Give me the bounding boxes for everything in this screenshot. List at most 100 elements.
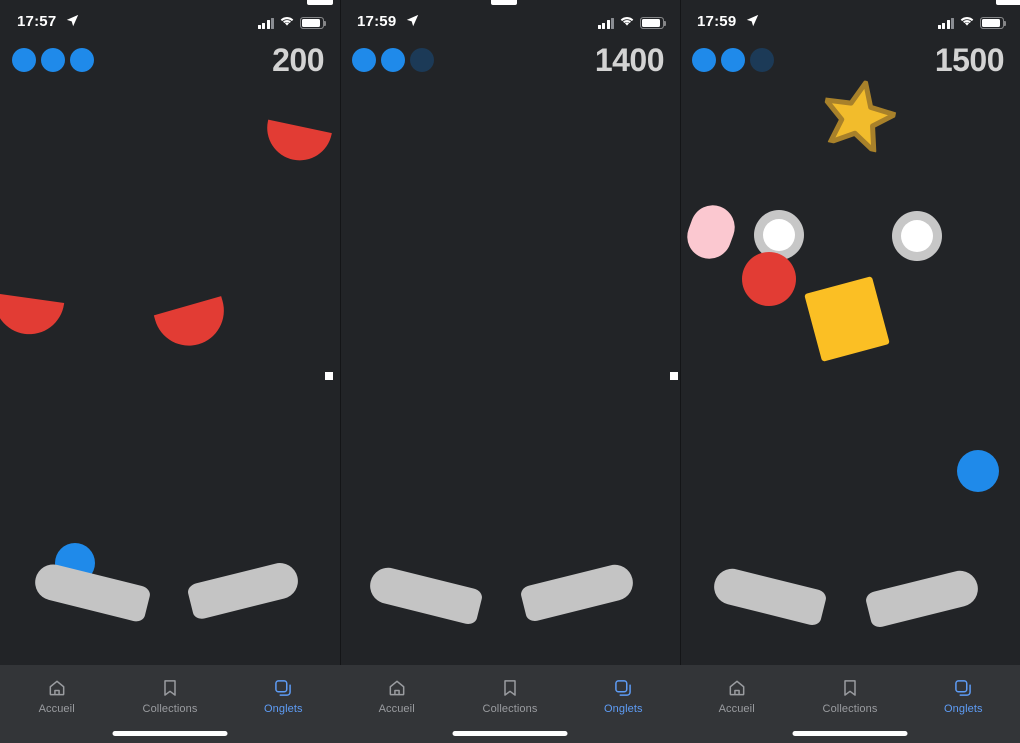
home-icon: [727, 678, 747, 698]
home-indicator[interactable]: [112, 731, 228, 736]
tab-bar-item-accueil[interactable]: Accueil: [0, 665, 113, 721]
location-arrow-icon: [746, 14, 759, 27]
yellow-square: [804, 276, 890, 362]
ball-indicator: [410, 48, 434, 72]
right-flipper[interactable]: [519, 560, 637, 624]
wifi-icon: [279, 14, 295, 32]
balls-remaining-indicator: [352, 48, 434, 72]
balls-remaining-indicator: [12, 48, 94, 72]
tab-bar-item-label: Onglets: [944, 702, 983, 715]
panel-divider: [680, 0, 681, 665]
ball-indicator: [750, 48, 774, 72]
tab-bar-item-label: Accueil: [378, 702, 415, 715]
tab-bar-item-label: Collections: [482, 702, 538, 715]
pink-pill: [681, 199, 741, 265]
status-bar: 17:57: [0, 0, 340, 44]
top-notch-mark: [996, 0, 1020, 5]
tab-bar-item-label: Onglets: [604, 702, 643, 715]
battery-icon: [980, 17, 1007, 29]
tab-bar-item-collections[interactable]: Collections: [793, 665, 906, 721]
location-arrow-icon: [66, 14, 79, 27]
status-time: 17:57: [17, 13, 57, 30]
tab-bar-items: Accueil Collections Onglets: [340, 665, 680, 721]
tab-preview-1[interactable]: 17:57 200 Accueil Collections Onglets: [0, 0, 340, 743]
tab-bar-item-label: Collections: [142, 702, 198, 715]
playfield: [0, 0, 340, 665]
red-semicircle: [153, 296, 233, 354]
top-notch-mark: [491, 0, 517, 5]
red-ball: [742, 252, 796, 306]
ball-indicator: [721, 48, 745, 72]
bookmark-icon: [500, 678, 520, 698]
ball-indicator: [352, 48, 376, 72]
left-flipper[interactable]: [366, 563, 484, 627]
blue-ball: [957, 450, 999, 492]
tab-bar-item-label: Collections: [822, 702, 878, 715]
right-flipper[interactable]: [864, 566, 982, 630]
playfield: [680, 0, 1020, 665]
score-display: 1400: [594, 42, 665, 78]
resize-handle[interactable]: [325, 372, 333, 380]
wifi-icon: [619, 14, 635, 32]
home-indicator[interactable]: [452, 731, 568, 736]
balls-remaining-indicator: [692, 48, 774, 72]
tabs-icon: [613, 678, 633, 698]
tab-bar-items: Accueil Collections Onglets: [680, 665, 1020, 721]
tab-bar-item-onglets[interactable]: Onglets: [907, 665, 1020, 721]
status-time: 17:59: [357, 13, 397, 30]
status-time: 17:59: [697, 13, 737, 30]
tab-preview-2[interactable]: 17:59 1400 Accueil Collections Onglets: [340, 0, 680, 743]
tab-bar-item-label: Onglets: [264, 702, 303, 715]
home-indicator[interactable]: [792, 731, 908, 736]
panel-divider: [340, 0, 341, 665]
battery-icon: [300, 17, 327, 29]
tab-bar: Accueil Collections Onglets: [340, 665, 680, 743]
tab-bar-item-label: Accueil: [718, 702, 755, 715]
battery-icon: [640, 17, 667, 29]
white-ring-bumper: [892, 211, 942, 261]
status-indicators: [937, 14, 1007, 32]
ball-indicator: [692, 48, 716, 72]
score-display: 200: [272, 42, 324, 78]
score-display: 1500: [934, 42, 1005, 78]
tab-bar: Accueil Collections Onglets: [0, 665, 340, 743]
ball-indicator: [12, 48, 36, 72]
tab-bar-item-onglets[interactable]: Onglets: [567, 665, 680, 721]
tab-bar-item-label: Accueil: [38, 702, 75, 715]
home-icon: [47, 678, 67, 698]
gold-star: [817, 73, 902, 154]
tab-bar-items: Accueil Collections Onglets: [0, 665, 340, 721]
tabs-icon: [953, 678, 973, 698]
home-icon: [387, 678, 407, 698]
tab-bar: Accueil Collections Onglets: [680, 665, 1020, 743]
tabs-icon: [273, 678, 293, 698]
ring-inner: [901, 220, 933, 252]
resize-handle[interactable]: [670, 372, 678, 380]
tab-switcher-screen: 17:57 200 Accueil Collections Onglets 17:59 14…: [0, 0, 1020, 743]
wifi-icon: [959, 14, 975, 32]
ring-inner: [763, 219, 795, 251]
tab-bar-item-accueil[interactable]: Accueil: [680, 665, 793, 721]
status-indicators: [597, 14, 667, 32]
status-bar: 17:59: [680, 0, 1020, 44]
status-indicators: [257, 14, 327, 32]
tab-bar-item-accueil[interactable]: Accueil: [340, 665, 453, 721]
ball-indicator: [381, 48, 405, 72]
ball-indicator: [41, 48, 65, 72]
signal-bars-icon: [597, 17, 614, 29]
signal-bars-icon: [937, 17, 954, 29]
red-semicircle: [0, 293, 65, 339]
ball-indicator: [70, 48, 94, 72]
tab-bar-item-collections[interactable]: Collections: [453, 665, 566, 721]
red-semicircle: [261, 119, 332, 167]
tab-bar-item-collections[interactable]: Collections: [113, 665, 226, 721]
bookmark-icon: [160, 678, 180, 698]
right-flipper[interactable]: [186, 559, 302, 621]
signal-bars-icon: [257, 17, 274, 29]
tab-preview-3[interactable]: 17:59 1500 Accueil Collections Onglets: [680, 0, 1020, 743]
tab-bar-item-onglets[interactable]: Onglets: [227, 665, 340, 721]
playfield: [340, 0, 680, 665]
left-flipper[interactable]: [710, 564, 828, 628]
top-notch-mark: [307, 0, 333, 5]
status-bar: 17:59: [340, 0, 680, 44]
